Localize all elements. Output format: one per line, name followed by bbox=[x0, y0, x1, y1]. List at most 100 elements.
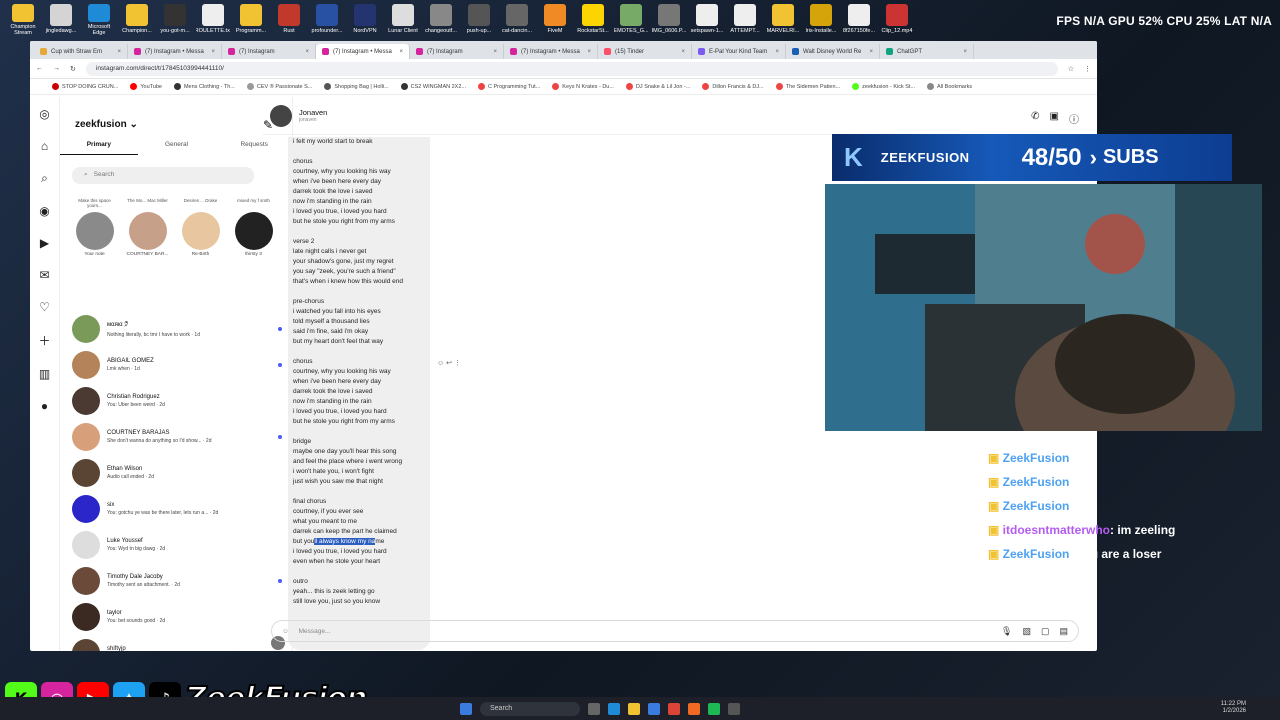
desktop-icon[interactable]: Rust bbox=[272, 4, 306, 36]
home-icon[interactable]: ⌂ bbox=[41, 139, 48, 153]
conversation-item[interactable]: ABIGAIL GOMEZ Lmk when · 1d bbox=[72, 347, 290, 383]
conversation-item[interactable]: Ethan Wilson Audio call ended · 2d bbox=[72, 455, 290, 491]
conversation-item[interactable]: COURTNEY BARAJAS She don't wanna do anyth… bbox=[72, 419, 290, 455]
browser-tab[interactable]: Walt Disney World Re × bbox=[786, 44, 880, 59]
steam-icon[interactable] bbox=[728, 702, 740, 715]
url-field[interactable]: instagram.com/direct/t/17845103994441110… bbox=[85, 61, 1058, 76]
chat-name[interactable]: Jonaven bbox=[299, 108, 327, 117]
close-icon[interactable]: × bbox=[305, 49, 309, 55]
search-input[interactable]: ⌕ Search bbox=[72, 167, 254, 184]
bookmark-item[interactable]: CEV ® Passionate S... bbox=[246, 83, 312, 90]
message-composer[interactable]: ☺ Message... 🎙︎ ▧ ▢ ▤ bbox=[271, 620, 1079, 642]
desktop-icon[interactable]: 8f267150fe... bbox=[842, 4, 876, 36]
close-icon[interactable]: × bbox=[963, 49, 967, 55]
edge-icon[interactable] bbox=[608, 702, 620, 715]
desktop-icon[interactable]: changeoutf... bbox=[424, 4, 458, 36]
create-icon[interactable]: ＋ bbox=[38, 332, 50, 349]
start-icon[interactable] bbox=[460, 702, 472, 715]
close-icon[interactable]: × bbox=[493, 49, 497, 55]
bookmark-item[interactable]: CS2 WINGMAN 2X2... bbox=[400, 83, 466, 90]
desktop-icon[interactable]: ROULETTE.txt bbox=[196, 4, 230, 36]
bookmark-item[interactable]: C Programming Tut... bbox=[478, 83, 540, 90]
browser-tab[interactable]: (15) Tinder × bbox=[598, 44, 692, 59]
account-username[interactable]: zeekfusion ⌄ bbox=[75, 119, 138, 130]
bookmark-item[interactable]: YouTube bbox=[130, 83, 162, 90]
star-icon[interactable]: ☆ bbox=[1068, 65, 1074, 73]
phone-icon[interactable]: ✆ bbox=[1031, 111, 1039, 126]
emoji-icon[interactable]: ☺ bbox=[282, 628, 289, 635]
profile-icon[interactable]: ● bbox=[41, 399, 48, 413]
image-icon[interactable]: ▧ bbox=[1022, 626, 1031, 637]
browser-tab[interactable]: (7) Instagram × bbox=[410, 44, 504, 59]
desktop-icon[interactable]: IMG_0606.P... bbox=[652, 4, 686, 36]
firefox-icon[interactable] bbox=[688, 702, 700, 715]
menu-icon[interactable]: ⋮ bbox=[1084, 65, 1091, 73]
desktop-icon[interactable]: Champion Stream bbox=[6, 4, 40, 36]
desktop-icon[interactable]: Clip_12.mp4 bbox=[880, 4, 914, 36]
reload-icon[interactable]: ↻ bbox=[70, 65, 76, 73]
bookmark-item[interactable]: All Bookmarks bbox=[927, 83, 972, 90]
desktop-icon[interactable]: MARVELRI... bbox=[766, 4, 800, 36]
note-item[interactable]: Desires ... Drake Re-Birth bbox=[178, 198, 223, 257]
desktop-icon[interactable]: push-up... bbox=[462, 4, 496, 36]
chat-avatar[interactable] bbox=[270, 104, 292, 127]
bookmark-item[interactable]: DJ Snake & Lil Jon -... bbox=[625, 83, 690, 90]
browser-tab[interactable]: Cup with Straw Em × bbox=[34, 44, 128, 59]
browser-tab[interactable]: (7) Instagram • Messa × bbox=[504, 44, 598, 59]
desktop-icon[interactable]: profounder... bbox=[310, 4, 344, 36]
taskbar-search[interactable]: Search bbox=[480, 701, 580, 716]
close-icon[interactable]: × bbox=[211, 49, 215, 55]
messages-icon[interactable]: ✉ bbox=[39, 268, 49, 282]
spotify-icon[interactable] bbox=[708, 702, 720, 715]
store-icon[interactable] bbox=[648, 702, 660, 715]
bookmark-item[interactable]: STOP DOING CRUN... bbox=[52, 83, 118, 90]
bookmark-item[interactable]: zeekfusion - Kick St... bbox=[852, 83, 915, 90]
browser-tab[interactable]: (7) Instagram • Messa × bbox=[128, 44, 222, 59]
notifications-icon[interactable]: ♡ bbox=[39, 300, 50, 314]
desktop-icon[interactable]: you-got-m... bbox=[158, 4, 192, 36]
search-icon[interactable]: ⌕ bbox=[41, 171, 48, 186]
close-icon[interactable]: × bbox=[775, 49, 779, 55]
desktop-icon[interactable]: Programm... bbox=[234, 4, 268, 36]
info-icon[interactable]: ⓘ bbox=[1069, 111, 1079, 126]
bookmark-item[interactable]: Mens Clothing - Th... bbox=[173, 83, 235, 90]
conversation-item[interactable]: Timothy Dale Jacoby Timothy sent an attac… bbox=[72, 563, 290, 599]
bookmark-item[interactable]: Shopping Bag | Holli... bbox=[324, 83, 389, 90]
desktop-icon[interactable]: ATTEMPT... bbox=[728, 4, 762, 36]
desktop-icon[interactable]: Microsoft Edge bbox=[82, 4, 116, 36]
desktop-icon[interactable]: Champion... bbox=[120, 4, 154, 36]
close-icon[interactable]: × bbox=[869, 49, 873, 55]
dashboard-icon[interactable]: ▥ bbox=[39, 367, 50, 381]
desktop-icon[interactable]: setspawn-1... bbox=[690, 4, 724, 36]
close-icon[interactable]: × bbox=[117, 49, 121, 55]
video-icon[interactable]: ▣ bbox=[1050, 111, 1059, 126]
close-icon[interactable]: × bbox=[399, 49, 403, 55]
desktop-icon[interactable]: jingledawg... bbox=[44, 4, 78, 36]
close-icon[interactable]: × bbox=[681, 49, 685, 55]
desktop-icon[interactable]: Lunar Client bbox=[386, 4, 420, 36]
conversation-item[interactable]: taylor You: bet sounds good · 2d bbox=[72, 599, 290, 635]
tab-general[interactable]: General bbox=[138, 141, 216, 155]
note-item[interactable]: Make this space yours... Your note bbox=[72, 198, 117, 257]
chrome-icon[interactable] bbox=[668, 702, 680, 715]
conversation-item[interactable]: мαяια 🤋 Nothing literally, bc tmr I have … bbox=[72, 311, 290, 347]
desktop-icon[interactable]: RockstarSt... bbox=[576, 4, 610, 36]
taskview-icon[interactable] bbox=[588, 702, 600, 715]
explore-icon[interactable]: ◉ bbox=[39, 204, 49, 218]
browser-tab[interactable]: ChatGPT × bbox=[880, 44, 974, 59]
conversation-item[interactable]: shiftyjpLiked a message · 2d bbox=[72, 635, 290, 651]
bookmark-item[interactable]: Dillon Francis & DJ... bbox=[702, 83, 764, 90]
mic-icon[interactable]: 🎙︎ bbox=[1001, 626, 1012, 637]
tab-primary[interactable]: Primary bbox=[60, 141, 138, 155]
bookmark-item[interactable]: Keys N Krates - Du... bbox=[552, 83, 614, 90]
explorer-icon[interactable] bbox=[628, 702, 640, 715]
message-input[interactable]: Message... bbox=[299, 628, 331, 635]
forward-icon[interactable]: → bbox=[53, 65, 60, 72]
back-icon[interactable]: ← bbox=[36, 65, 43, 72]
message-bubble[interactable]: i felt my world start to break chorus cou… bbox=[288, 137, 430, 650]
gif-icon[interactable]: ▤ bbox=[1059, 626, 1068, 637]
conversation-item[interactable]: six You: gotchu ye was be there later, le… bbox=[72, 491, 290, 527]
note-item[interactable]: The Mo... Mac Miller COURTNEY BAR... bbox=[125, 198, 170, 257]
desktop-icon[interactable]: EMOTES_G... bbox=[614, 4, 648, 36]
reels-icon[interactable]: ▶ bbox=[40, 236, 49, 250]
